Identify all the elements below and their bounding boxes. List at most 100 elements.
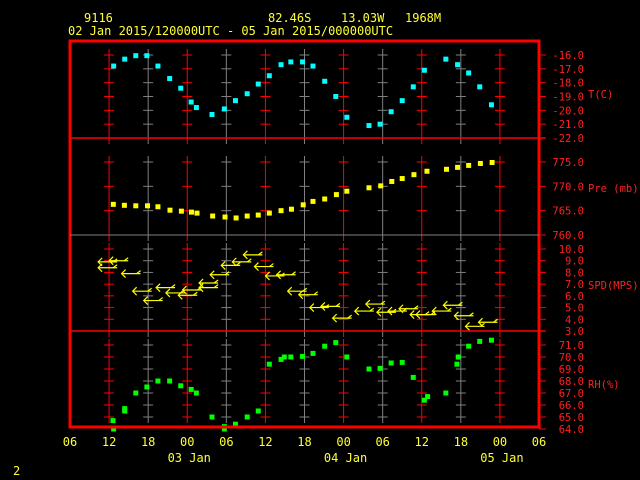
x-tick-label: 12 bbox=[258, 435, 272, 449]
y-tick-label: 67.0 bbox=[559, 388, 584, 400]
y-tick-label: -21.0 bbox=[552, 119, 584, 131]
x-tick-label: 00 bbox=[493, 435, 507, 449]
wind-barb bbox=[477, 317, 498, 327]
temperature-point bbox=[167, 76, 173, 82]
x-day-label: 03 Jan bbox=[168, 451, 211, 465]
wind-barb bbox=[242, 250, 263, 260]
pressure-point bbox=[389, 178, 395, 184]
wind-barb bbox=[415, 310, 436, 320]
pressure-point bbox=[489, 159, 495, 165]
panel-axis-label: Pre (mb) bbox=[588, 183, 639, 195]
pressure-point bbox=[278, 208, 284, 214]
wind-barb bbox=[297, 290, 319, 300]
x-day-label: 05 Jan bbox=[480, 451, 523, 465]
wind-barb bbox=[97, 263, 118, 273]
temperature-point bbox=[388, 109, 394, 115]
humidity-point bbox=[443, 390, 449, 396]
x-tick-label: 06 bbox=[63, 435, 77, 449]
y-tick-label: 10.0 bbox=[559, 244, 584, 256]
temperature-point bbox=[209, 111, 215, 117]
humidity-point bbox=[122, 408, 128, 414]
wind-barb bbox=[320, 301, 341, 311]
humidity-point bbox=[366, 366, 372, 372]
temperature-point bbox=[288, 59, 294, 65]
wind-barb bbox=[365, 299, 386, 309]
pressure-point bbox=[344, 188, 350, 194]
pressure-point bbox=[366, 185, 372, 191]
x-tick-label: 18 bbox=[454, 435, 468, 449]
pressure-point bbox=[121, 202, 127, 208]
humidity-point bbox=[178, 383, 184, 389]
humidity-point bbox=[333, 340, 339, 346]
y-tick-label: -20.0 bbox=[552, 105, 584, 117]
humidity-point bbox=[244, 414, 250, 420]
wind-barb bbox=[453, 311, 474, 321]
temperature-point bbox=[477, 84, 483, 90]
wind-barb bbox=[398, 304, 419, 314]
pressure-point bbox=[333, 192, 339, 198]
temperature-point bbox=[466, 70, 472, 76]
y-tick-label: 8.0 bbox=[565, 267, 584, 279]
y-tick-label: 4.0 bbox=[565, 314, 584, 326]
x-tick-label: 12 bbox=[415, 435, 429, 449]
y-tick-label: 775.0 bbox=[552, 157, 584, 169]
wind-barb bbox=[431, 306, 452, 316]
temperature-point bbox=[344, 114, 350, 120]
humidity-point bbox=[388, 360, 394, 366]
wind-barb bbox=[220, 260, 241, 270]
temperature-point bbox=[255, 81, 261, 87]
y-tick-label: 6.0 bbox=[565, 291, 584, 303]
y-tick-label: 69.0 bbox=[559, 364, 584, 376]
humidity-point bbox=[425, 394, 431, 400]
humidity-point bbox=[133, 390, 139, 396]
time-period: 02 Jan 2015/120000UTC - 05 Jan 2015/0000… bbox=[68, 24, 393, 38]
wind-barb bbox=[131, 286, 153, 296]
humidity-point bbox=[399, 359, 405, 365]
x-tick-label: 18 bbox=[297, 435, 311, 449]
humidity-point bbox=[488, 337, 494, 343]
temperature-point bbox=[322, 78, 328, 84]
pressure-point bbox=[310, 198, 316, 204]
y-tick-label: 9.0 bbox=[565, 256, 584, 268]
pressure-point bbox=[411, 172, 417, 178]
pressure-point bbox=[110, 201, 116, 207]
temperature-point bbox=[488, 102, 494, 108]
humidity-point bbox=[410, 374, 416, 380]
wind-barb bbox=[120, 269, 141, 279]
wind-barb bbox=[231, 257, 252, 267]
y-tick-label: -22.0 bbox=[552, 133, 584, 145]
pressure-point bbox=[210, 213, 216, 219]
wind-barb bbox=[376, 307, 397, 317]
pressure-point bbox=[155, 204, 161, 210]
wind-barb bbox=[286, 286, 308, 296]
meteogram-chart: 9116 82.46S 13.03W 1968M 02 Jan 2015/120… bbox=[13, 11, 639, 478]
page-number: 2 bbox=[13, 464, 20, 478]
temperature-point bbox=[333, 94, 339, 99]
y-tick-label: 65.0 bbox=[559, 412, 584, 424]
temperature-point bbox=[300, 59, 306, 65]
station-elev: 1968M bbox=[405, 11, 441, 25]
temperature-point bbox=[278, 62, 284, 68]
y-tick-label: 71.0 bbox=[559, 340, 584, 352]
x-day-label: 04 Jan bbox=[324, 451, 367, 465]
y-tick-label: 68.0 bbox=[559, 376, 584, 388]
temperature-point bbox=[178, 85, 184, 91]
temperature-point bbox=[244, 91, 250, 97]
x-tick-label: 18 bbox=[141, 435, 155, 449]
humidity-point bbox=[193, 390, 199, 396]
temperature-point bbox=[221, 106, 227, 112]
humidity-point bbox=[455, 354, 461, 360]
humidity-point bbox=[209, 414, 215, 420]
y-tick-label: -18.0 bbox=[552, 78, 584, 90]
pressure-point bbox=[233, 215, 239, 221]
humidity-point bbox=[144, 384, 150, 390]
pressure-point bbox=[266, 210, 272, 216]
temperature-point bbox=[421, 67, 427, 73]
pressure-point bbox=[300, 202, 306, 208]
x-tick-label: 00 bbox=[336, 435, 350, 449]
pressure-point bbox=[378, 183, 384, 189]
x-tick-label: 00 bbox=[180, 435, 194, 449]
humidity-point bbox=[167, 378, 173, 384]
y-tick-label: -19.0 bbox=[552, 92, 584, 104]
wind-barb bbox=[353, 306, 375, 316]
